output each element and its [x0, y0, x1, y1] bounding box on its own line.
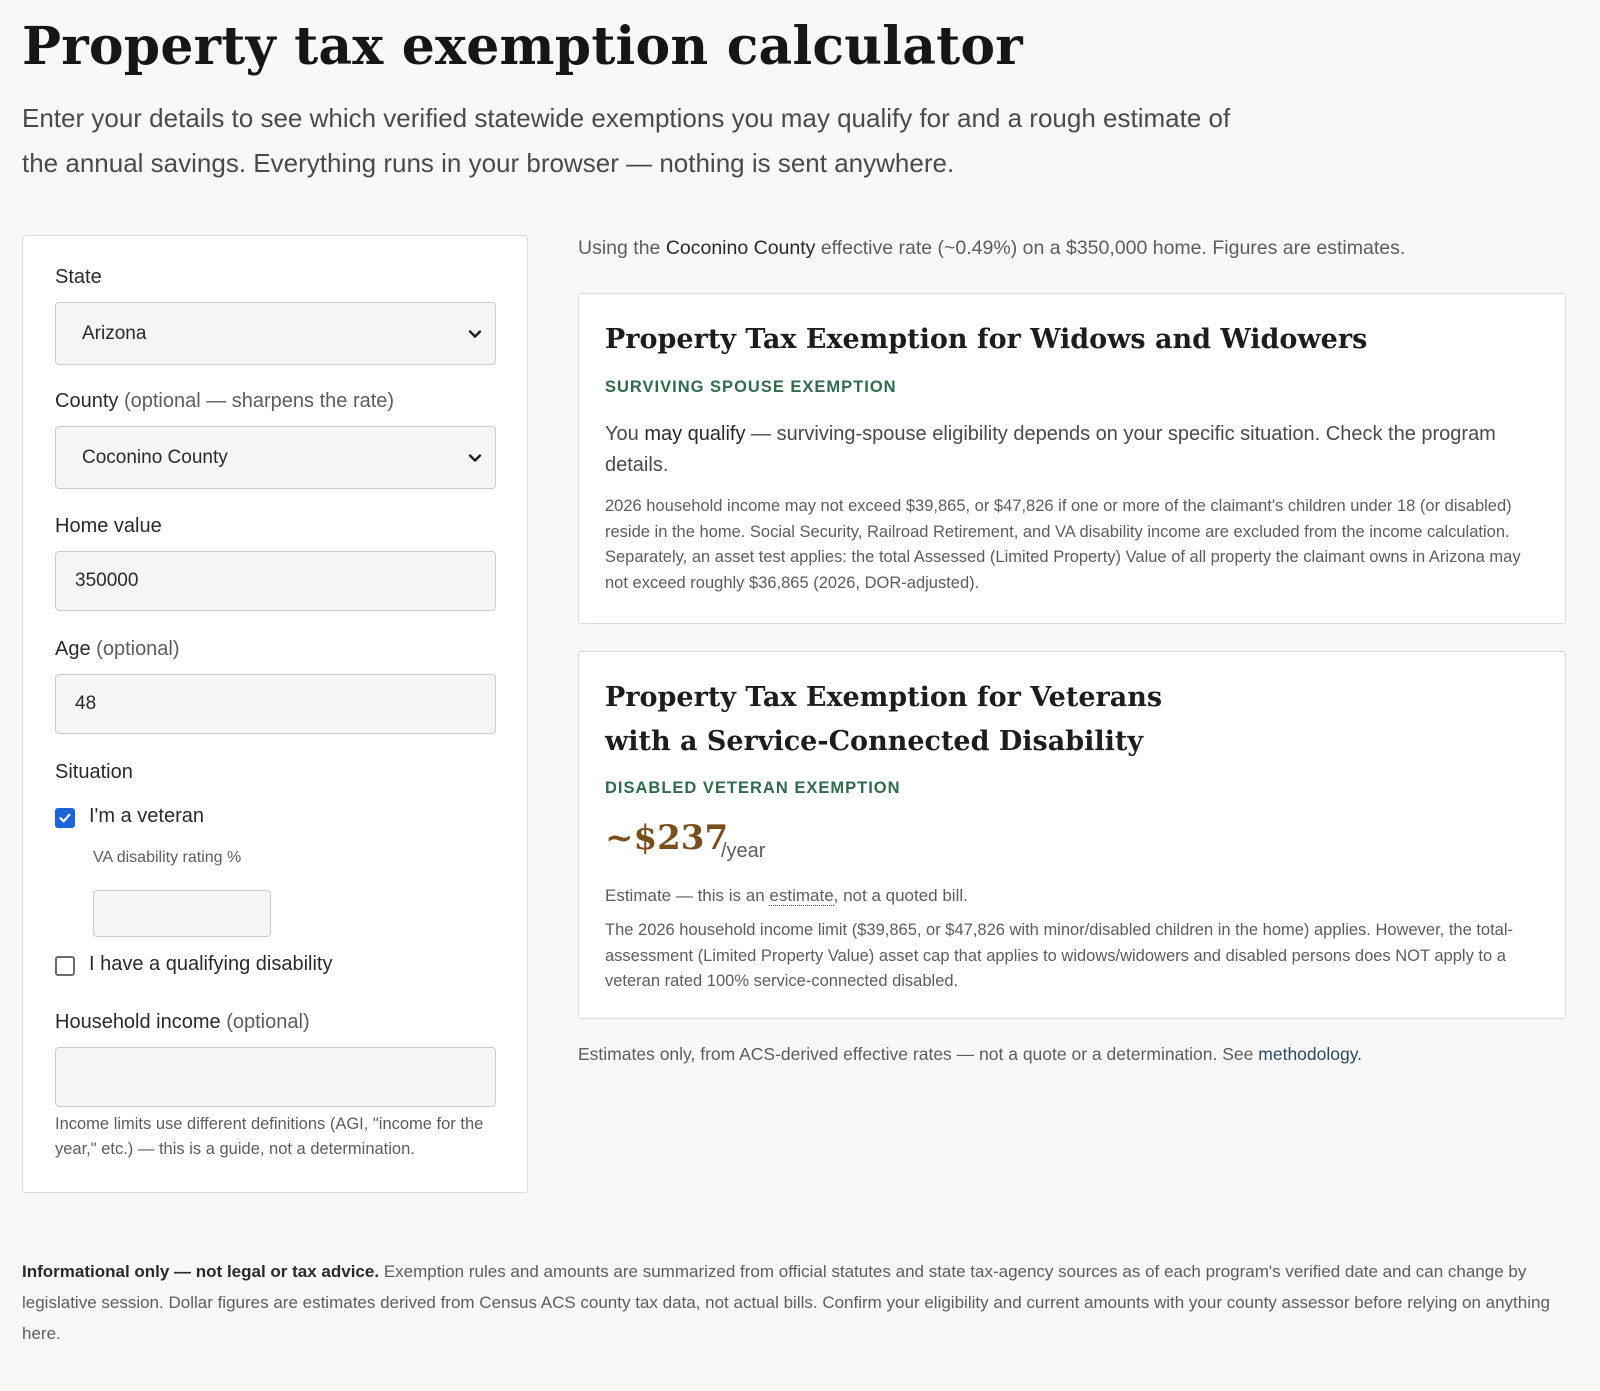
veteran-checkbox[interactable] [55, 808, 75, 828]
page-title: Property tax exemption calculator [22, 16, 1023, 77]
estimates-footnote: Estimates only, from ACS-derived effecti… [578, 1044, 1363, 1064]
chevron-down-icon [468, 453, 482, 462]
county-select[interactable]: Coconino County [55, 426, 496, 489]
card-detail: 2026 household income may not exceed $39… [605, 497, 1521, 592]
disclaimer: Informational only — not legal or tax ad… [22, 1262, 1550, 1343]
card-title: Property Tax Exemption for Veterans with… [605, 682, 1163, 757]
rate-summary: Using the Coconino County effective rate… [578, 237, 1406, 259]
estimate-note: Estimate — this is an estimate, not a qu… [605, 886, 968, 906]
income-label: Household income (optional) [55, 1011, 310, 1033]
income-help-text: Income limits use different definitions … [55, 1115, 484, 1158]
income-input[interactable] [55, 1047, 496, 1107]
situation-label: Situation [55, 761, 133, 783]
card-title: Property Tax Exemption for Widows and Wi… [605, 324, 1368, 355]
home-value-label: Home value [55, 515, 162, 537]
savings-amount: ~$237 [605, 818, 729, 858]
checkmark-icon [59, 813, 71, 823]
home-value-input[interactable]: 350000 [55, 551, 496, 611]
chevron-down-icon [468, 329, 482, 338]
veteran-checkbox-label[interactable]: I'm a veteran [89, 805, 204, 828]
methodology-link[interactable]: methodology. [1258, 1044, 1362, 1064]
page-intro: Enter your details to see which verified… [22, 103, 1231, 178]
state-label: State [55, 266, 102, 288]
card-type: SURVIVING SPOUSE EXEMPTION [605, 378, 897, 396]
va-rating-input[interactable] [93, 890, 271, 937]
county-label: County (optional — sharpens the rate) [55, 390, 395, 412]
age-label: Age (optional) [55, 638, 180, 660]
age-input[interactable]: 48 [55, 674, 496, 734]
card-eligibility: You may qualify — surviving-spouse eligi… [605, 423, 1496, 476]
disability-checkbox[interactable] [55, 956, 75, 976]
result-card-disabled-veteran: Property Tax Exemption for Veterans with… [578, 651, 1566, 1019]
va-rating-label: VA disability rating % [93, 849, 242, 866]
county-select-value: Coconino County [82, 447, 228, 468]
result-card-surviving-spouse: Property Tax Exemption for Widows and Wi… [578, 293, 1566, 624]
card-detail: The 2026 household income limit ($39,865… [605, 921, 1514, 990]
estimate-tooltip-term[interactable]: estimate [769, 886, 834, 906]
state-select[interactable]: Arizona [55, 302, 496, 365]
calculator-form: State Arizona County (optional — sharpen… [22, 235, 528, 1193]
card-type: DISABLED VETERAN EXEMPTION [605, 779, 901, 797]
disability-checkbox-label[interactable]: I have a qualifying disability [89, 953, 332, 976]
savings-period: /year [721, 840, 766, 862]
state-select-value: Arizona [82, 323, 147, 344]
